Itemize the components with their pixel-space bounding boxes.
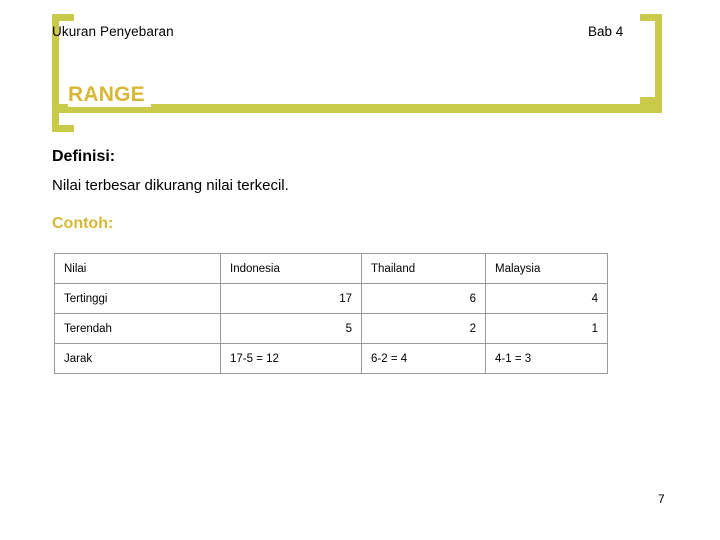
table-header-cell: Indonesia: [220, 253, 362, 284]
row-label: Tertinggi: [54, 283, 221, 314]
page-number: 7: [658, 492, 665, 506]
table-cell: 4-1 = 3: [485, 343, 608, 374]
table-cell: 17: [220, 283, 362, 314]
definition-text: Nilai terbesar dikurang nilai terkecil.: [52, 177, 289, 194]
page-title: RANGE: [68, 83, 151, 107]
slide-canvas: Ukuran Penyebaran Bab 4 RANGE Definisi: …: [0, 0, 720, 540]
header-left-text: Ukuran Penyebaran: [52, 24, 174, 39]
table-cell: 2: [361, 313, 486, 344]
table-header-cell: Nilai: [54, 253, 221, 284]
table-header-cell: Thailand: [361, 253, 486, 284]
table-cell: 5: [220, 313, 362, 344]
header-right-text: Bab 4: [588, 24, 624, 39]
row-label: Jarak: [54, 343, 221, 374]
definition-label: Definisi:: [52, 148, 116, 165]
table-header-row: Nilai Indonesia Thailand Malaysia: [54, 253, 608, 284]
table-cell: 6: [361, 283, 486, 314]
table-cell: 6-2 = 4: [361, 343, 486, 374]
table-row: Tertinggi 17 6 4: [54, 283, 608, 314]
range-example-table: Nilai Indonesia Thailand Malaysia Tertin…: [54, 253, 608, 374]
table-cell: 17-5 = 12: [220, 343, 362, 374]
table-row: Terendah 5 2 1: [54, 313, 608, 344]
table-row: Jarak 17-5 = 12 6-2 = 4 4-1 = 3: [54, 343, 608, 374]
example-label: Contoh:: [52, 215, 114, 232]
bar-mask-left: [0, 104, 52, 114]
table-cell: 1: [485, 313, 608, 344]
table-header-cell: Malaysia: [485, 253, 608, 284]
right-bracket-decoration: [640, 14, 662, 104]
bar-mask-right: [662, 104, 720, 114]
row-label: Terendah: [54, 313, 221, 344]
table-cell: 4: [485, 283, 608, 314]
